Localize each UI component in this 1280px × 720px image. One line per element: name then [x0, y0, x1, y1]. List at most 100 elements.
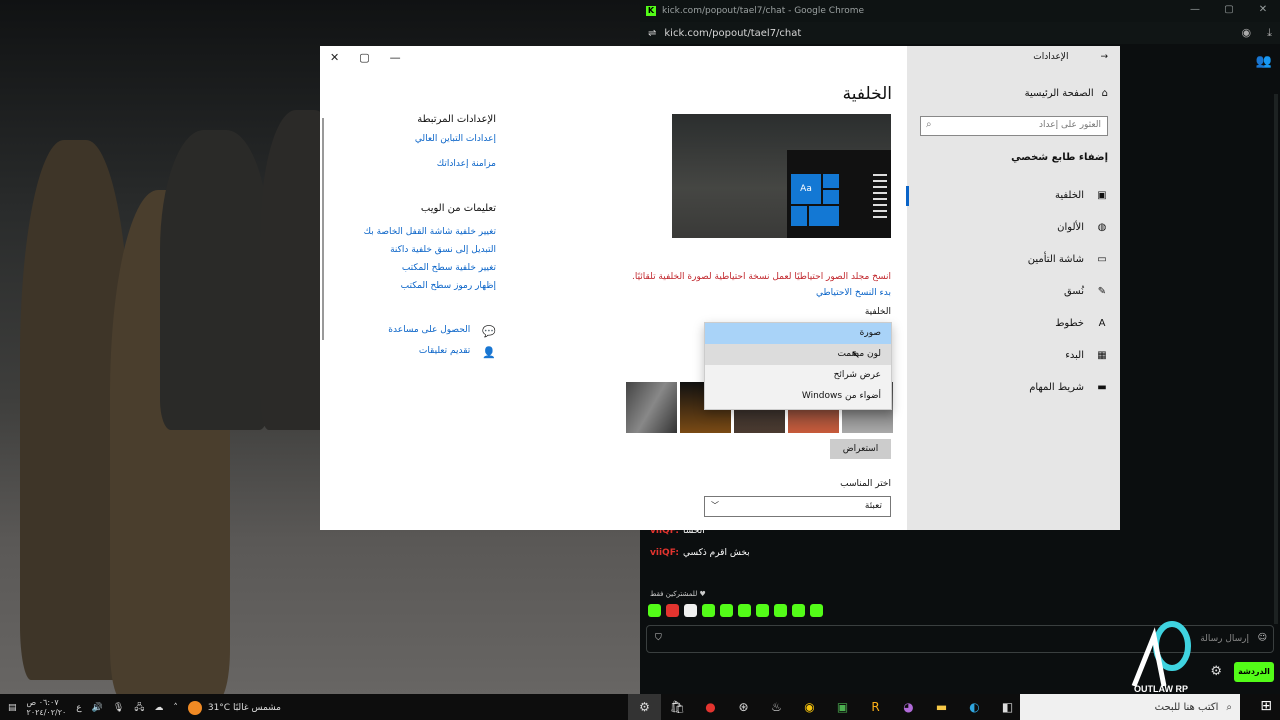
chat-settings-gear-icon[interactable]: ⚙ — [1210, 664, 1222, 679]
outlaw-rp-watermark: OUTLAW RP — [1131, 621, 1191, 694]
volume-icon[interactable]: 🔊 — [92, 703, 103, 713]
settings-window: ✕ ▢ — الإعدادات → الصفحة الرئيسية ⌂ ⌕ ال… — [320, 46, 1120, 530]
high-contrast-link[interactable]: إعدادات التباين العالي — [415, 134, 496, 144]
nav-item-taskbar[interactable]: شريط المهام ▬ — [1029, 382, 1108, 393]
nav-item-start[interactable]: البدء ▦ — [1065, 350, 1108, 361]
web-help-heading: تعليمات من الويب — [420, 203, 496, 214]
app-icon[interactable]: ● — [694, 694, 727, 720]
address-bar[interactable]: ⇌ kick.com/popout/tael7/chat ◉ ⤓ — [640, 22, 1280, 44]
web-help-link[interactable]: تغيير خلفية سطح المكتب — [402, 263, 496, 273]
emote-icon[interactable] — [738, 604, 751, 617]
download-icon[interactable]: ⤓ — [1267, 26, 1272, 40]
fit-select[interactable]: ﹀ تعبئة — [704, 496, 891, 517]
url-text[interactable]: kick.com/popout/tael7/chat — [664, 28, 801, 39]
nav-item-themes[interactable]: نُسق ✎ — [1064, 286, 1108, 297]
backup-warning: انسخ مجلد الصور احتياطيًا لعمل نسخة احتي… — [631, 272, 891, 282]
minimize-button[interactable]: — — [390, 51, 401, 64]
mouse-cursor-icon: ↖ — [851, 348, 861, 361]
option-slideshow[interactable]: عرض شرائح — [705, 365, 891, 386]
recent-image-thumb[interactable] — [626, 382, 677, 433]
left-scrollbar[interactable] — [322, 118, 324, 340]
chat-messages: viiQF: الحسا viiQF: بخش اقرم ذكسي — [650, 526, 1270, 570]
preview-tile: Aa — [791, 174, 821, 204]
start-backup-link[interactable]: بدء النسخ الاحتياطي — [816, 288, 891, 298]
emote-icon[interactable] — [702, 604, 715, 617]
font-icon: A — [1098, 318, 1106, 329]
site-info-icon[interactable]: ⇌ — [648, 28, 656, 39]
nav-item-background[interactable]: الخلفية ▣ — [1055, 190, 1108, 201]
option-picture[interactable]: صورة — [705, 323, 891, 344]
home-link[interactable]: الصفحة الرئيسية ⌂ — [1025, 88, 1108, 99]
taskbar-icon: ▬ — [1097, 382, 1107, 393]
nav-item-fonts[interactable]: خطوط A — [1055, 318, 1108, 329]
minimize-button[interactable]: — — [1178, 0, 1212, 20]
option-windows-spotlight[interactable]: أضواء من Windows — [705, 386, 891, 407]
steam-icon[interactable]: ♨ — [760, 694, 793, 720]
mic-icon[interactable]: 🎙 — [113, 703, 124, 713]
emote-icon[interactable] — [810, 604, 823, 617]
maximize-button[interactable]: ▢ — [359, 51, 369, 64]
chat-username[interactable]: viiQF: — [650, 548, 679, 570]
chat-scrollbar[interactable] — [1274, 94, 1278, 624]
taskbar: ▤ ٠٦:٠٧ ص ٢٠٢٤/٠٢/٢٠ ع 🔊 🎙 🖧 ☁ ˄ 31°C مش… — [0, 694, 1280, 720]
eye-off-icon[interactable]: ◉ — [1242, 26, 1252, 40]
settings-search-input[interactable]: ⌕ العثور على إعداد — [920, 116, 1108, 136]
taskbar-search[interactable]: اكتب هنا للبحث ⌕ — [1020, 694, 1240, 720]
browse-button[interactable]: استعراض — [830, 439, 891, 459]
shield-icon[interactable]: ⛉ — [655, 633, 662, 643]
emote-icon[interactable] — [774, 604, 787, 617]
emote-icon[interactable] — [648, 604, 661, 617]
lock-screen-icon: ▭ — [1097, 254, 1107, 265]
chat-bubble-icon: 💬 — [482, 325, 496, 338]
settings-nav: الإعدادات → الصفحة الرئيسية ⌂ ⌕ العثور ع… — [906, 46, 1120, 530]
rockstar-icon[interactable]: R — [859, 694, 892, 720]
language-indicator[interactable]: ع — [76, 703, 81, 713]
emote-icon[interactable] — [756, 604, 769, 617]
background-type-dropdown[interactable]: صورة لون مصمت عرض شرائح أضواء من Windows — [704, 322, 892, 410]
chat-send-button[interactable]: الدردشة — [1234, 662, 1274, 682]
selected-indicator — [906, 186, 909, 206]
get-help-link[interactable]: 💬 الحصول على مساعدة — [388, 325, 496, 338]
chevron-down-icon: ﹀ — [711, 501, 719, 510]
emote-icon[interactable] — [720, 604, 733, 617]
folder-icon[interactable]: ▬ — [925, 694, 958, 720]
web-help-link[interactable]: التبديل إلى نسق خلفية داكنة — [390, 245, 496, 255]
emote-icon[interactable] — [666, 604, 679, 617]
edge-icon[interactable]: ◐ — [958, 694, 991, 720]
kick-logo-icon: K — [646, 6, 656, 16]
web-help-link[interactable]: إظهار رموز سطح المكتب — [401, 281, 496, 291]
app-icon[interactable]: ⊛ — [727, 694, 760, 720]
chat-input-placeholder[interactable]: إرسال رسالة — [1200, 634, 1249, 644]
emote-bar — [648, 604, 823, 617]
weather-widget[interactable]: 31°C مشمس غالبًا — [187, 701, 281, 715]
sync-settings-link[interactable]: مزامنة إعداداتك — [437, 159, 496, 169]
windows-start-icon[interactable]: ⊞ — [1260, 698, 1272, 714]
app-icon[interactable]: ◕ — [892, 694, 925, 720]
settings-title: الإعدادات — [1033, 52, 1069, 62]
users-icon[interactable]: 👥 — [1256, 54, 1272, 69]
web-help-link[interactable]: تغيير خلفية شاشة القفل الخاصة بك — [364, 227, 496, 237]
desktop-preview: Aa — [672, 114, 891, 238]
nav-item-colors[interactable]: الألوان ◍ — [1057, 222, 1108, 233]
notifications-icon[interactable]: ▤ — [8, 703, 17, 713]
clock[interactable]: ٠٦:٠٧ ص ٢٠٢٤/٠٢/٢٠ — [27, 698, 67, 718]
nav-item-lock-screen[interactable]: شاشة التأمين ▭ — [1028, 254, 1108, 265]
close-button[interactable]: ✕ — [330, 51, 339, 64]
emoji-icon[interactable]: ☺ — [1258, 633, 1267, 643]
maximize-button[interactable]: ▢ — [1212, 0, 1246, 20]
chrome-icon[interactable]: ◉ — [793, 694, 826, 720]
back-arrow-icon[interactable]: → — [1100, 52, 1108, 62]
tray-chevron-icon[interactable]: ˄ — [173, 703, 178, 713]
emote-icon[interactable] — [684, 604, 697, 617]
emote-icon[interactable] — [792, 604, 805, 617]
cloud-icon[interactable]: ☁ — [154, 703, 163, 713]
page-title: الخلفية — [842, 84, 892, 104]
app-icon[interactable]: ▣ — [826, 694, 859, 720]
settings-gear-icon[interactable]: ⚙ — [628, 694, 661, 720]
picture-icon: ▣ — [1097, 190, 1107, 201]
close-button[interactable]: ✕ — [1246, 0, 1280, 20]
option-solid-color[interactable]: لون مصمت — [705, 344, 891, 365]
store-icon[interactable]: 🛍 — [661, 694, 694, 720]
feedback-link[interactable]: 👤 تقديم تعليقات — [419, 346, 496, 359]
network-icon[interactable]: 🖧 — [134, 700, 144, 716]
